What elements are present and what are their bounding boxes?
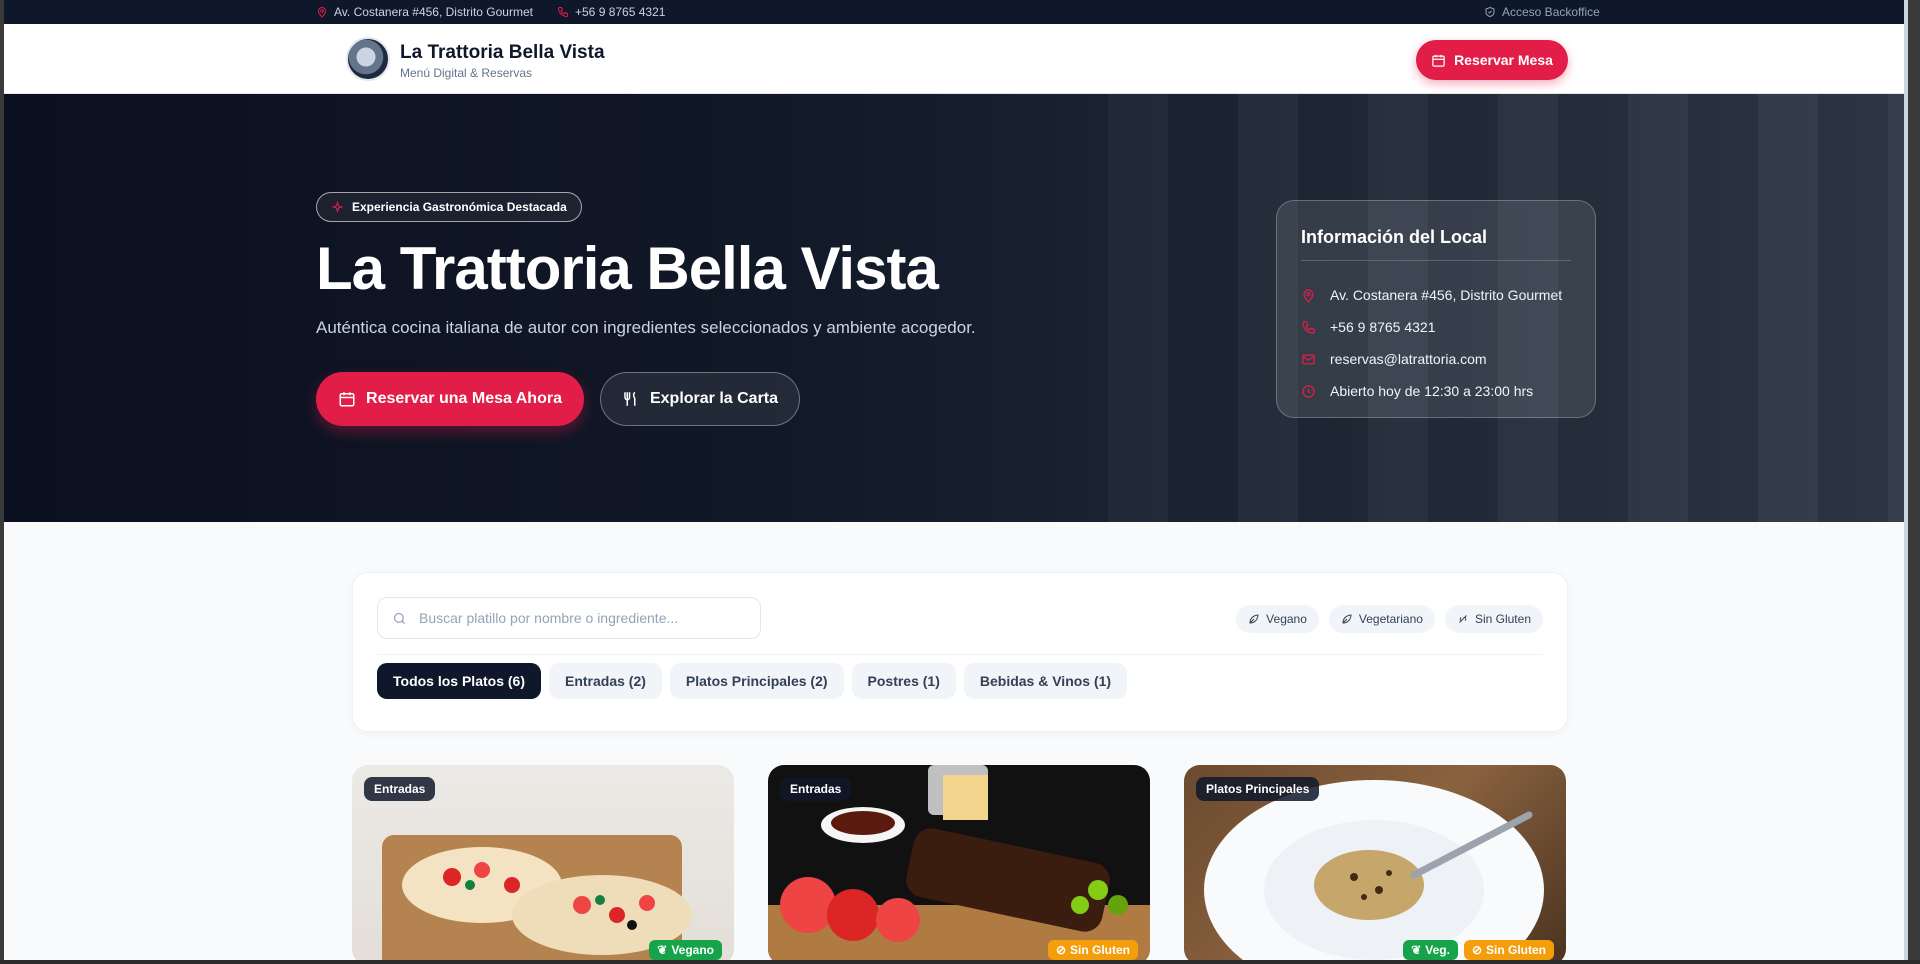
info-card-title: Información del Local (1301, 227, 1571, 261)
wheat-off-icon (1459, 615, 1467, 623)
restaurant-logo[interactable] (346, 37, 390, 81)
explore-menu-label: Explorar la Carta (649, 390, 779, 407)
dish-diet-tags: ❦ Vegano (649, 940, 722, 960)
topbar-address-text: Av. Costanera #456, Distrito Gourmet (334, 5, 533, 19)
dish-category-badge: Entradas (780, 777, 852, 801)
utensils-icon (624, 391, 636, 406)
hero-title: La Trattoria Bella Vista (316, 235, 939, 302)
hero-section: Experiencia Gastronómica Destacada La Tr… (4, 94, 1908, 522)
search-input[interactable] (419, 610, 739, 626)
reserve-now-label: Reservar una Mesa Ahora (366, 390, 562, 407)
browser-viewport: Av. Costanera #456, Distrito Gourmet +56… (4, 0, 1908, 960)
chip-sin-gluten-label: Sin Gluten (1474, 612, 1531, 626)
reserve-table-label: Reservar Mesa (1454, 52, 1553, 68)
search-icon (393, 612, 405, 624)
leaf-icon (1342, 614, 1352, 624)
dish-card[interactable]: Entradas ❦ Vegano (352, 765, 734, 960)
top-info-bar: Av. Costanera #456, Distrito Gourmet +56… (4, 0, 1908, 24)
featured-badge: Experiencia Gastronómica Destacada (316, 192, 582, 222)
topbar-phone-text: +56 9 8765 4321 (575, 5, 666, 19)
brand-title: La Trattoria Bella Vista (400, 42, 605, 63)
featured-badge-text: Experiencia Gastronómica Destacada (352, 200, 567, 214)
mail-icon (1302, 354, 1315, 364)
clock-icon (1302, 384, 1315, 398)
brand-subtitle: Menú Digital & Reservas (400, 66, 533, 80)
tab-postres[interactable]: Postres (1) (851, 663, 956, 699)
diet-tag: ❦ Vegano (649, 940, 722, 960)
page-scrollbar[interactable] (1904, 0, 1908, 960)
tab-platos-principales[interactable]: Platos Principales (2) (669, 663, 844, 699)
leaf-icon (1249, 614, 1259, 624)
category-tabs: Todos los Platos (6) Entradas (2) Platos… (377, 663, 1128, 699)
chip-vegetariano[interactable]: Vegetariano (1328, 605, 1435, 633)
leaf-icon: ❦ (1411, 943, 1422, 957)
info-email-row: reservas@latrattoria.com (1301, 343, 1571, 375)
panel-divider (377, 654, 1543, 655)
reserve-table-button[interactable]: Reservar Mesa (1416, 40, 1568, 80)
phone-icon (557, 7, 568, 18)
backoffice-link[interactable]: Acceso Backoffice (1484, 5, 1600, 19)
local-info-card: Información del Local Av. Costanera #456… (1276, 200, 1596, 418)
diet-tag: ⊘ Sin Gluten (1463, 940, 1554, 960)
chip-vegano-label: Vegano (1266, 612, 1307, 626)
chip-vegetariano-label: Vegetariano (1358, 612, 1423, 626)
dish-card[interactable]: Platos Principales ❦ Veg. ⊘ Sin Gluten (1184, 765, 1566, 960)
leaf-icon: ❦ (657, 943, 668, 957)
reserve-now-button[interactable]: Reservar una Mesa Ahora (316, 372, 584, 426)
tab-entradas[interactable]: Entradas (2) (548, 663, 662, 699)
chip-sin-gluten[interactable]: Sin Gluten (1444, 605, 1543, 633)
hero-subtitle: Auténtica cocina italiana de autor con i… (316, 318, 976, 337)
info-hours: Abierto hoy de 12:30 a 23:00 hrs (1330, 383, 1534, 399)
search-field[interactable] (377, 597, 761, 639)
topbar-address: Av. Costanera #456, Distrito Gourmet (316, 5, 533, 19)
explore-menu-button[interactable]: Explorar la Carta (600, 372, 800, 426)
diet-tag: ❦ Veg. (1403, 940, 1458, 960)
tab-bebidas-vinos[interactable]: Bebidas & Vinos (1) (963, 663, 1128, 699)
menu-filter-panel: Vegano Vegetariano Sin Gluten Todos los … (352, 572, 1568, 732)
wheat-off-icon: ⊘ (1471, 943, 1482, 957)
topbar-phone: +56 9 8765 4321 (557, 5, 665, 19)
info-address-row: Av. Costanera #456, Distrito Gourmet (1301, 279, 1571, 311)
info-phone-row: +56 9 8765 4321 (1301, 311, 1571, 343)
site-header: La Trattoria Bella Vista Menú Digital & … (4, 24, 1908, 94)
sparkles-icon (331, 200, 344, 213)
backoffice-label: Acceso Backoffice (1502, 5, 1600, 19)
diet-tag-label: Veg. (1425, 943, 1450, 957)
info-email: reservas@latrattoria.com (1330, 351, 1487, 367)
diet-tag-label: Sin Gluten (1070, 943, 1130, 957)
diet-filter-chips: Vegano Vegetariano Sin Gluten (1236, 605, 1543, 633)
dish-card[interactable]: Entradas ⊘ Sin Gluten (768, 765, 1150, 960)
shield-icon (1485, 6, 1495, 18)
map-pin-icon (317, 7, 327, 18)
dish-diet-tags: ⊘ Sin Gluten (1047, 940, 1138, 960)
phone-icon (1302, 320, 1315, 334)
info-phone: +56 9 8765 4321 (1330, 319, 1436, 335)
tab-todos[interactable]: Todos los Platos (6) (377, 663, 541, 699)
info-hours-row: Abierto hoy de 12:30 a 23:00 hrs (1301, 375, 1571, 407)
window-bottom-edge (0, 960, 1920, 964)
calendar-icon (1432, 54, 1445, 67)
wheat-off-icon: ⊘ (1055, 943, 1066, 957)
info-address: Av. Costanera #456, Distrito Gourmet (1330, 287, 1563, 303)
chip-vegano[interactable]: Vegano (1236, 605, 1319, 633)
diet-tag-label: Vegano (671, 943, 714, 957)
diet-tag-label: Sin Gluten (1486, 943, 1546, 957)
dish-diet-tags: ❦ Veg. ⊘ Sin Gluten (1403, 940, 1554, 960)
dish-category-badge: Platos Principales (1196, 777, 1320, 801)
diet-tag: ⊘ Sin Gluten (1047, 940, 1138, 960)
dish-category-badge: Entradas (364, 777, 436, 801)
map-pin-icon (1303, 288, 1314, 303)
calendar-icon (339, 392, 355, 407)
